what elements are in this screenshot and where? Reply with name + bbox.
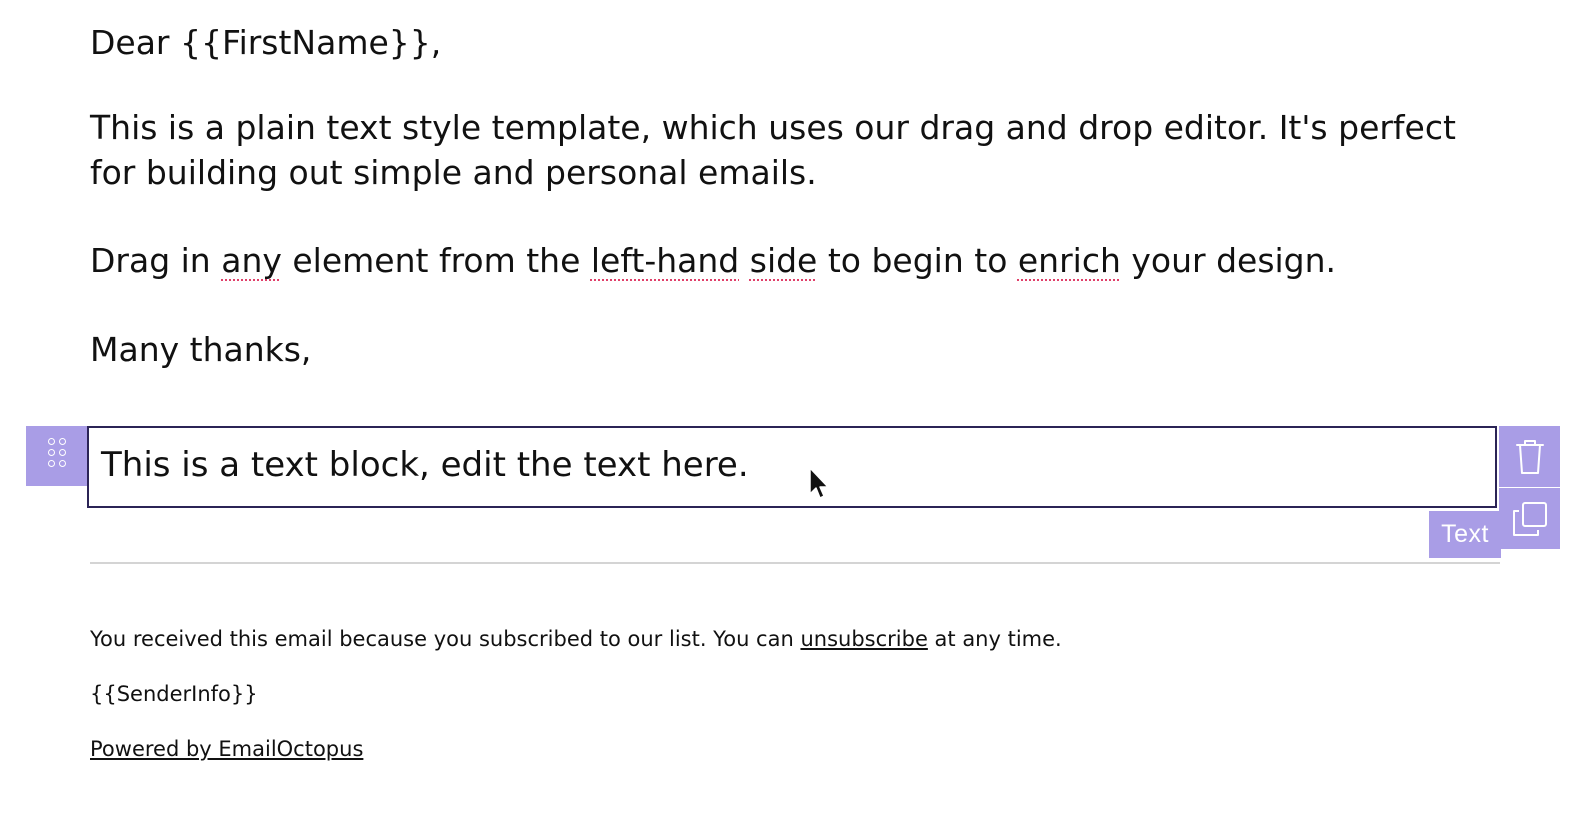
- intro-paragraph[interactable]: This is a plain text style template, whi…: [90, 105, 1510, 195]
- block-type-label: Text: [1429, 511, 1501, 558]
- divider-line: [90, 562, 1500, 564]
- duplicate-icon: [1512, 501, 1547, 536]
- delete-block-button[interactable]: [1499, 426, 1560, 487]
- text-block-content[interactable]: This is a text block, edit the text here…: [101, 442, 749, 488]
- subscription-notice: You received this email because you subs…: [90, 625, 1062, 653]
- text-segment: to begin to: [817, 241, 1018, 280]
- signoff-text[interactable]: Many thanks,: [90, 327, 311, 372]
- unsubscribe-link[interactable]: unsubscribe: [800, 627, 927, 651]
- spellcheck-word: enrich: [1017, 241, 1121, 280]
- trash-icon: [1515, 439, 1544, 474]
- notice-text: You received this email because you subs…: [90, 627, 801, 651]
- powered-by-text[interactable]: Powered by EmailOctopus: [90, 737, 363, 761]
- text-segment: Drag in: [90, 241, 222, 280]
- sender-info[interactable]: {{SenderInfo}}: [90, 680, 258, 708]
- spellcheck-word: left-hand: [590, 241, 740, 280]
- email-editor-canvas: Dear {{FirstName}}, This is a plain text…: [0, 0, 1590, 840]
- notice-text: at any time.: [927, 627, 1062, 651]
- text-segment: [739, 241, 750, 280]
- greeting-text[interactable]: Dear {{FirstName}},: [90, 20, 441, 65]
- spellcheck-word: side: [749, 241, 818, 280]
- powered-by-link[interactable]: Powered by EmailOctopus: [90, 735, 363, 763]
- text-segment: your design.: [1120, 241, 1337, 280]
- spellcheck-word: any: [221, 241, 282, 280]
- duplicate-block-button[interactable]: [1499, 488, 1560, 549]
- selected-text-block[interactable]: This is a text block, edit the text here…: [87, 426, 1497, 508]
- block-drag-handle[interactable]: [26, 426, 87, 486]
- text-segment: element from the: [281, 241, 591, 280]
- drag-instruction-paragraph[interactable]: Drag in any element from the left-hand s…: [90, 238, 1336, 283]
